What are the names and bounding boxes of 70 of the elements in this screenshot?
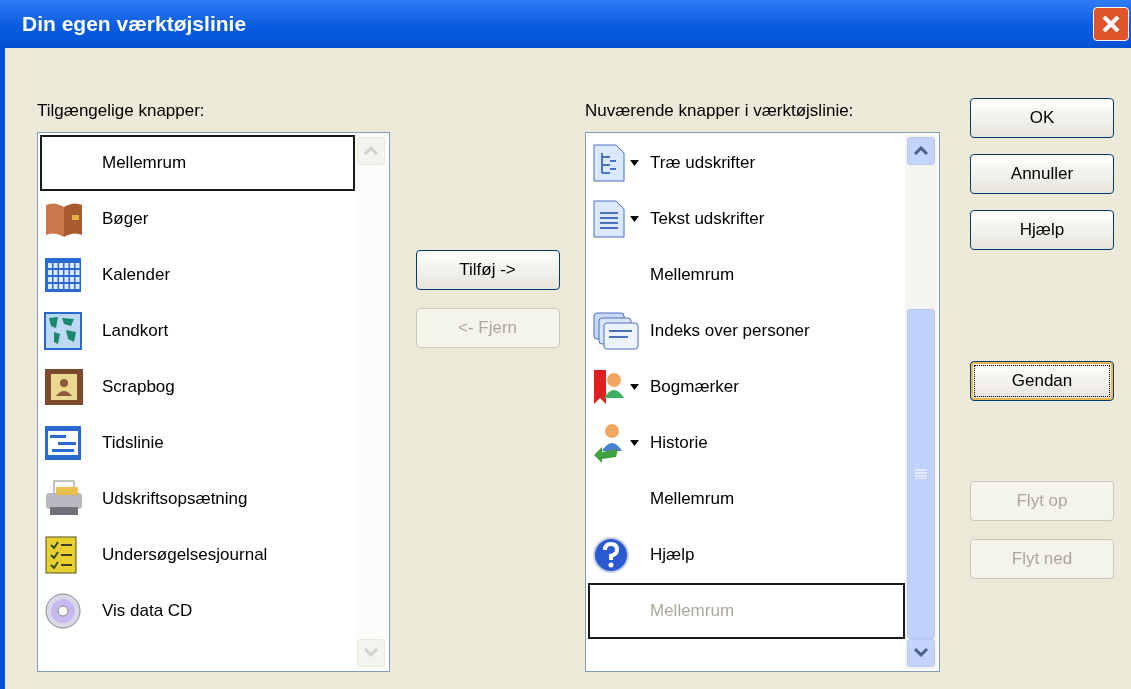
bookmark-person-icon — [592, 367, 626, 406]
available-list[interactable]: Mellemrum Bøger Kalender Landkort Scrapbog Tidslinie Udskriftsopsætning Undersøgelsesjournal Vis data CD — [37, 131, 390, 672]
item-label: Mellemrum — [650, 599, 735, 622]
tree-document-icon — [592, 142, 626, 183]
caret-icon — [630, 383, 639, 390]
framed-portrait-icon — [44, 367, 84, 406]
calendar-icon — [44, 256, 82, 293]
item-label: Hjælp — [650, 543, 695, 566]
item-label: Mellemrum — [102, 151, 187, 174]
dialog-button[interactable]: Hjælp — [970, 210, 1114, 250]
item-label: Indeks over personer — [650, 319, 810, 342]
disc-icon — [44, 591, 82, 630]
list-item[interactable]: Historie — [588, 414, 905, 471]
list-item[interactable]: Hjælp — [588, 526, 905, 583]
list-item[interactable]: Indeks over personer — [588, 302, 905, 359]
chevron-up-icon — [364, 146, 378, 155]
item-label: Historie — [650, 431, 708, 454]
scroll-thumb[interactable] — [907, 308, 935, 639]
timeline-icon — [44, 424, 82, 461]
dialog-button[interactable]: Annuller — [970, 154, 1114, 194]
item-label: Landkort — [102, 319, 169, 342]
help-icon — [592, 535, 630, 574]
item-label: Bogmærker — [650, 375, 739, 398]
item-label: Mellemrum — [650, 263, 735, 286]
list-item[interactable]: Mellemrum — [588, 470, 905, 527]
item-label: Scrapbog — [102, 375, 175, 398]
caret-icon — [630, 439, 639, 446]
list-item[interactable]: Bogmærker — [588, 358, 905, 415]
scrollbar[interactable] — [905, 134, 937, 669]
item-label: Mellemrum — [650, 487, 735, 510]
caret-icon — [630, 159, 639, 166]
chevron-up-icon — [914, 146, 928, 155]
list-item[interactable]: Udskriftsopsætning — [40, 470, 355, 527]
grip-icon — [915, 468, 927, 479]
window-title: Din egen værktøjslinie — [22, 11, 247, 38]
list-item[interactable]: Bøger — [40, 190, 355, 247]
list-item[interactable]: Træ udskrifter — [588, 134, 905, 191]
world-map-icon — [44, 311, 82, 350]
list-item[interactable]: Tidslinie — [40, 414, 355, 471]
scroll-down-button[interactable] — [907, 638, 935, 667]
list-item[interactable]: Kalender — [40, 246, 355, 303]
item-label: Udskriftsopsætning — [102, 487, 248, 510]
dialog-button[interactable]: Tilføj -> — [415, 250, 560, 290]
list-item[interactable]: Tekst udskrifter — [588, 190, 905, 247]
card-stack-icon — [592, 310, 640, 351]
list-item[interactable]: Mellemrum — [588, 246, 905, 303]
close-icon — [1102, 15, 1120, 33]
item-label: Kalender — [102, 263, 171, 286]
scroll-up-button[interactable] — [907, 136, 935, 165]
chevron-down-icon — [364, 648, 378, 657]
chevron-down-icon — [914, 648, 928, 657]
item-label: Undersøgelsesjournal — [102, 543, 268, 566]
item-label: Vis data CD — [102, 599, 193, 622]
text-document-icon — [592, 198, 626, 239]
item-label: Bøger — [102, 207, 149, 230]
list-item[interactable]: Landkort — [40, 302, 355, 359]
item-label: Træ udskrifter — [650, 151, 756, 174]
item-label: Tekst udskrifter — [650, 207, 765, 230]
dialog-button[interactable]: OK — [970, 98, 1114, 138]
caret-icon — [630, 215, 639, 222]
list-label: Tilgængelige knapper: — [37, 100, 206, 122]
checklist-icon — [44, 535, 78, 574]
list-item[interactable]: Undersøgelsesjournal — [40, 526, 355, 583]
close-button[interactable] — [1093, 7, 1129, 41]
list-item[interactable]: Mellemrum — [40, 134, 355, 191]
item-label: Tidslinie — [102, 431, 164, 454]
list-item[interactable]: Scrapbog — [40, 358, 355, 415]
list-label: Nuværende knapper i værktøjslinie: — [585, 100, 855, 122]
dialog-button[interactable]: Gendan — [970, 361, 1114, 401]
list-item[interactable]: Vis data CD — [40, 582, 355, 639]
